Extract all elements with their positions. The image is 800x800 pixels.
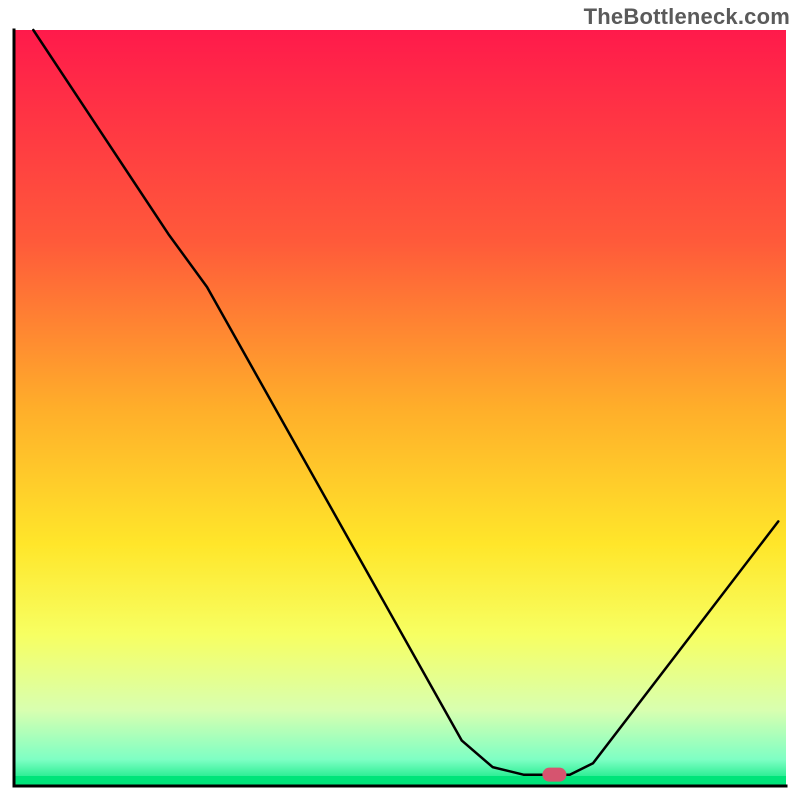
chart-container: TheBottleneck.com bbox=[0, 0, 800, 800]
gradient-background bbox=[14, 30, 786, 786]
bottleneck-chart bbox=[0, 0, 800, 800]
optimal-marker bbox=[542, 768, 566, 782]
watermark-text: TheBottleneck.com bbox=[584, 4, 790, 30]
plot-area bbox=[14, 30, 786, 786]
